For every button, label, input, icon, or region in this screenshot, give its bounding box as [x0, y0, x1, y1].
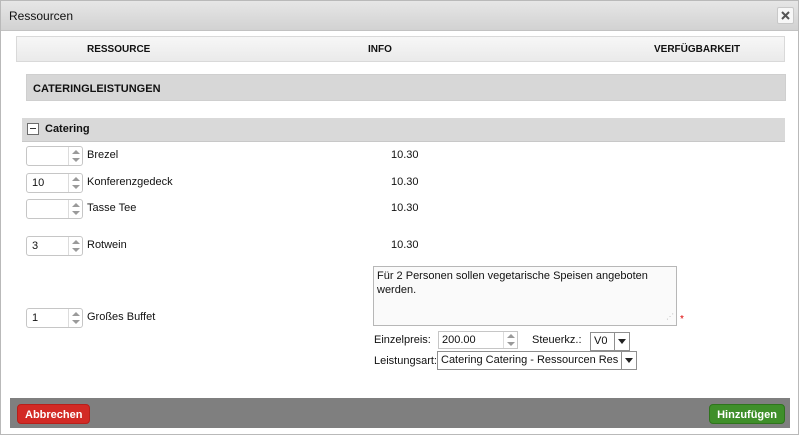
quantity-stepper[interactable]: 1 [26, 308, 83, 328]
column-availability: VERFÜGBARKEIT [654, 44, 741, 55]
unit-price-label: Einzelpreis: [374, 334, 431, 346]
quantity-value: 1 [32, 312, 39, 324]
list-item: Brezel 10.30 [26, 146, 786, 166]
cancel-button[interactable]: Abbrechen [17, 404, 91, 424]
list-item: 10 Konferenzgedeck 10.30 [26, 173, 786, 193]
title-bar: Ressourcen [1, 1, 798, 31]
item-name: Tasse Tee [87, 202, 137, 214]
unit-price-value: 200.00 [442, 334, 476, 346]
group-header-catering[interactable]: Catering [22, 118, 785, 142]
item-time: 10.30 [391, 149, 419, 161]
service-type-select[interactable]: Catering Catering - Ressourcen Res [437, 351, 637, 370]
service-type-label: Leistungsart: [374, 355, 437, 367]
spinner-arrows-icon[interactable] [68, 309, 82, 327]
column-info: INFO [368, 44, 392, 55]
quantity-stepper[interactable]: 3 [26, 236, 83, 256]
section-title: CATERINGLEISTUNGEN [33, 83, 161, 95]
item-name: Großes Buffet [87, 311, 156, 323]
quantity-stepper[interactable] [26, 199, 83, 219]
note-text: Für 2 Personen sollen vegetarische Speis… [377, 270, 648, 296]
chevron-down-icon[interactable] [621, 352, 636, 369]
close-icon [781, 11, 790, 20]
column-header: RESSOURCE INFO VERFÜGBARKEIT [16, 36, 785, 62]
spinner-arrows-icon[interactable] [68, 200, 82, 218]
chevron-down-icon[interactable] [614, 333, 629, 350]
quantity-value: 3 [32, 240, 39, 252]
quantity-stepper[interactable]: 10 [26, 173, 83, 193]
group-title: Catering [45, 123, 90, 135]
item-time: 10.30 [391, 176, 419, 188]
item-time: 10.30 [391, 202, 419, 214]
spinner-arrows-icon[interactable] [68, 174, 82, 192]
item-time: 10.30 [391, 239, 419, 251]
tax-label: Steuerkz.: [532, 334, 582, 346]
list-item: 3 Rotwein 10.30 [26, 236, 786, 256]
service-type-value: Catering Catering - Ressourcen Res [441, 354, 619, 366]
item-name: Konferenzgedeck [87, 176, 173, 188]
dialog-title: Ressourcen [9, 9, 74, 23]
column-resource: RESSOURCE [87, 44, 151, 55]
item-name: Rotwein [87, 239, 127, 251]
tax-select[interactable]: V0 [590, 332, 630, 351]
list-item: Tasse Tee 10.30 [26, 199, 786, 219]
section-header: CATERINGLEISTUNGEN [26, 74, 786, 101]
item-name: Brezel [87, 149, 119, 161]
unit-price-input[interactable]: 200.00 [438, 331, 518, 349]
close-button[interactable] [777, 7, 794, 24]
spinner-arrows-icon[interactable] [68, 237, 82, 255]
collapse-icon[interactable] [27, 123, 39, 135]
tax-value: V0 [594, 335, 608, 347]
resources-dialog: Ressourcen RESSOURCE INFO VERFÜGBARKEIT … [0, 0, 799, 435]
resize-grip-icon[interactable]: ⋰ [666, 310, 674, 324]
note-textarea[interactable]: Für 2 Personen sollen vegetarische Speis… [373, 266, 677, 326]
spinner-arrows-icon[interactable] [503, 332, 517, 348]
quantity-value: 10 [32, 177, 45, 189]
footer-bar: Abbrechen Hinzufügen [10, 398, 790, 428]
quantity-stepper[interactable] [26, 146, 83, 166]
spinner-arrows-icon[interactable] [68, 147, 82, 165]
add-button[interactable]: Hinzufügen [709, 404, 785, 424]
required-marker: * [680, 314, 684, 325]
